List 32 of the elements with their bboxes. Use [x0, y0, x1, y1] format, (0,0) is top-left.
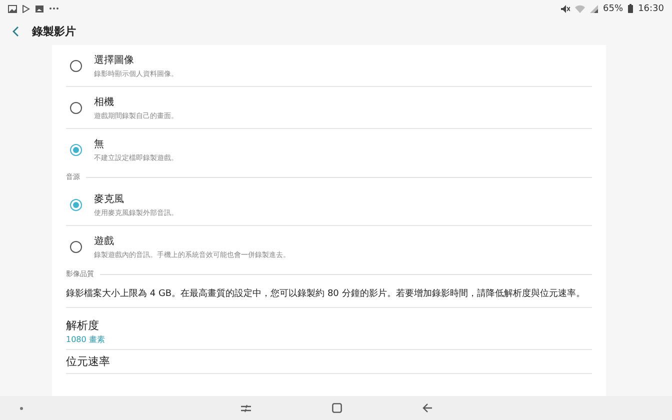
back-icon[interactable] — [12, 26, 19, 36]
signal-icon — [590, 4, 598, 12]
battery-icon — [628, 4, 634, 13]
gallery-icon — [35, 4, 44, 12]
option-title: 遊戲 — [94, 234, 115, 248]
setting-item[interactable]: 解析度 1080 畫素 — [66, 314, 592, 350]
wifi-icon — [575, 4, 586, 12]
image-icon — [8, 4, 17, 12]
option-title: 無 — [94, 138, 105, 150]
option-title: 相機 — [94, 96, 115, 108]
option-title: 選擇圖像 — [94, 54, 135, 66]
mute-icon — [561, 4, 570, 12]
setting-title: 解析度 — [66, 318, 100, 333]
radio-button[interactable] — [70, 198, 82, 210]
radio-button[interactable] — [70, 102, 82, 114]
clock-time: 16:30 — [638, 4, 664, 14]
setting-item[interactable]: 位元速率 — [66, 350, 592, 374]
home-icon[interactable] — [332, 403, 342, 413]
page-title: 錄製影片 — [32, 24, 76, 38]
setting-title: 位元速率 — [66, 354, 111, 369]
setting-value: 1080 畫素 — [66, 334, 106, 345]
option-title: 麥克風 — [94, 192, 125, 206]
play-icon — [22, 4, 30, 12]
radio-button[interactable] — [70, 240, 82, 252]
back-icon[interactable] — [422, 403, 432, 413]
recent-apps-icon[interactable] — [240, 404, 252, 412]
radio-button[interactable] — [70, 144, 82, 156]
info-text: 錄影檔案大小上限為 4 GB。在最高畫質的設定中，您可以錄製約 80 分鐘的影片。若要增加錄影時間，請降低解析度與位元速率。 — [66, 287, 592, 308]
radio-button[interactable] — [70, 60, 82, 72]
dot-icon — [20, 407, 23, 410]
more-icon — [49, 7, 59, 10]
battery-percent: 65% — [603, 4, 624, 14]
